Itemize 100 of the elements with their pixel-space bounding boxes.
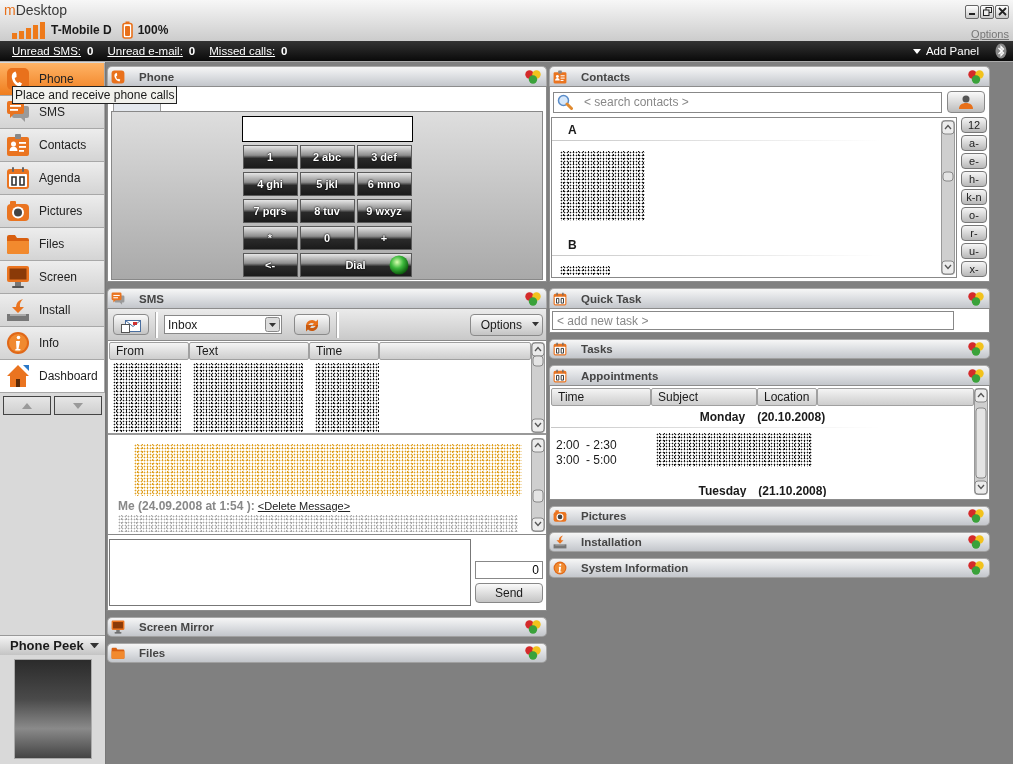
- delete-message-link[interactable]: <Delete Message>: [257, 500, 351, 512]
- index-button[interactable]: e-: [961, 153, 987, 169]
- info-icon: [553, 561, 567, 575]
- restore-button[interactable]: [980, 4, 994, 19]
- sidebar-item[interactable]: Agenda: [0, 162, 105, 195]
- index-button[interactable]: 12: [961, 117, 987, 133]
- index-button[interactable]: k-n: [961, 189, 987, 205]
- keypad-key[interactable]: +: [356, 226, 412, 250]
- ball-cluster-icon[interactable]: [525, 291, 541, 306]
- folder-dropdown[interactable]: Inbox: [164, 315, 282, 334]
- character-count-field[interactable]: 0: [475, 561, 543, 579]
- ball-cluster-icon[interactable]: [968, 342, 984, 356]
- number-field[interactable]: [241, 116, 413, 142]
- scroll-up-button[interactable]: [3, 396, 51, 415]
- panel-title: Pictures: [581, 510, 628, 522]
- panel-header[interactable]: Contacts: [549, 66, 990, 86]
- counter-link[interactable]: Unread e-mail:: [107, 45, 183, 57]
- keypad-key[interactable]: 6 mno: [356, 172, 412, 196]
- bluetooth-icon[interactable]: [995, 43, 1007, 59]
- add-panel-button[interactable]: Add Panel: [912, 45, 979, 57]
- keypad-key[interactable]: 8 tuv: [299, 199, 355, 223]
- keypad-key[interactable]: 2 abc: [299, 145, 355, 169]
- counter-link[interactable]: Unread SMS:: [12, 45, 82, 57]
- panel-header[interactable]: Quick Task: [549, 288, 990, 308]
- keypad-key[interactable]: <-: [242, 253, 298, 277]
- scrollbar[interactable]: [974, 388, 988, 495]
- speech-bubble-icon: [111, 291, 125, 306]
- ball-cluster-icon[interactable]: [968, 535, 984, 549]
- index-button[interactable]: a-: [961, 135, 987, 151]
- ball-cluster-icon[interactable]: [968, 509, 984, 523]
- counter-link[interactable]: Missed calls:: [209, 45, 276, 57]
- panel-header[interactable]: Tasks: [549, 339, 990, 359]
- tray-arrow-icon: [6, 298, 30, 322]
- ball-cluster-icon[interactable]: [525, 620, 541, 634]
- compose-button[interactable]: [113, 314, 149, 335]
- column-header[interactable]: From: [109, 342, 189, 360]
- ball-cluster-icon[interactable]: [525, 646, 541, 660]
- tray-arrow-icon: [553, 535, 567, 549]
- counter-value: 0: [188, 45, 196, 57]
- scrollbar[interactable]: [531, 342, 545, 433]
- panel-header[interactable]: Screen Mirror: [107, 617, 547, 637]
- panel-header[interactable]: Phone: [107, 66, 547, 86]
- keypad-key[interactable]: 0: [299, 226, 355, 250]
- dial-button[interactable]: Dial: [299, 253, 412, 277]
- column-header[interactable]: Text: [189, 342, 309, 360]
- keypad-key[interactable]: 9 wxyz: [356, 199, 412, 223]
- panel-header[interactable]: Pictures: [549, 506, 990, 526]
- keypad-key[interactable]: 3 def: [356, 145, 412, 169]
- ball-cluster-icon[interactable]: [968, 291, 984, 306]
- search-icon: [557, 93, 573, 110]
- message-sender: Me (24.09.2008 at 1:54 ):: [118, 499, 255, 513]
- search-field[interactable]: < search contacts >: [553, 91, 942, 113]
- ball-cluster-icon[interactable]: [968, 368, 984, 383]
- person-icon: [958, 95, 974, 109]
- ball-cluster-icon[interactable]: [968, 69, 984, 84]
- refresh-button[interactable]: [294, 314, 330, 335]
- ball-cluster-icon[interactable]: [968, 561, 984, 575]
- caret-icon: [90, 642, 99, 649]
- section-letter: A: [567, 122, 578, 139]
- column-header[interactable]: Subject: [651, 388, 757, 406]
- sidebar-item[interactable]: Install: [0, 294, 105, 327]
- sidebar-item[interactable]: Pictures: [0, 195, 105, 228]
- panel-header[interactable]: Installation: [549, 532, 990, 552]
- index-button[interactable]: o-: [961, 207, 987, 223]
- panel-title: Screen Mirror: [139, 621, 215, 633]
- sidebar-item[interactable]: Files: [0, 228, 105, 261]
- task-input-field[interactable]: < add new task >: [552, 311, 954, 330]
- close-button[interactable]: [995, 4, 1009, 19]
- scrollbar[interactable]: [941, 120, 955, 275]
- scrollbar[interactable]: [531, 438, 545, 532]
- sidebar-item[interactable]: Info: [0, 327, 105, 360]
- message-input-field[interactable]: [109, 539, 471, 606]
- panel-header[interactable]: SMS: [107, 288, 547, 308]
- keypad-key[interactable]: 1: [242, 145, 298, 169]
- column-header[interactable]: Time: [551, 388, 651, 406]
- panel-title: SMS: [139, 292, 165, 305]
- panel-title: Quick Task: [581, 292, 643, 305]
- index-button[interactable]: x-: [961, 261, 987, 277]
- panel-header[interactable]: System Information: [549, 558, 990, 578]
- options-button[interactable]: Options: [470, 313, 543, 336]
- index-button[interactable]: h-: [961, 171, 987, 187]
- add-contact-button[interactable]: [947, 91, 985, 113]
- column-header[interactable]: Time: [309, 342, 379, 360]
- index-button[interactable]: r-: [961, 225, 987, 241]
- ball-cluster-icon[interactable]: [525, 69, 541, 84]
- minimize-button[interactable]: [965, 4, 979, 19]
- index-button[interactable]: u-: [961, 243, 987, 259]
- calendar-icon: [553, 368, 567, 383]
- sidebar-item[interactable]: Contacts: [0, 129, 105, 162]
- keypad-key[interactable]: 4 ghi: [242, 172, 298, 196]
- column-header[interactable]: Location: [757, 388, 817, 406]
- peek-header[interactable]: Phone Peek: [0, 635, 105, 655]
- panel-header[interactable]: Appointments: [549, 365, 990, 385]
- keypad-key[interactable]: 5 jkl: [299, 172, 355, 196]
- panel-header[interactable]: Files: [107, 643, 547, 663]
- keypad-key[interactable]: 7 pqrs: [242, 199, 298, 223]
- send-button[interactable]: Send: [475, 583, 543, 603]
- sidebar-item[interactable]: Dashboard: [0, 360, 105, 393]
- scroll-down-button[interactable]: [54, 396, 102, 415]
- sidebar-item[interactable]: Screen: [0, 261, 105, 294]
